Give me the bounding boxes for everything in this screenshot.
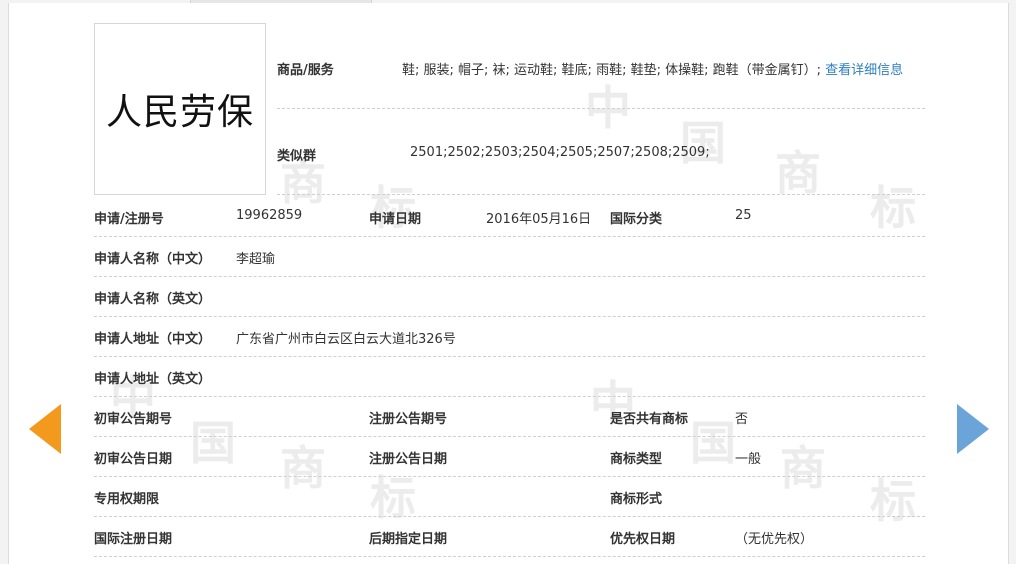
mark-form-label: 商标形式 (610, 492, 663, 507)
goods-label: 商品/服务 (277, 63, 334, 78)
divider (94, 516, 925, 517)
applicant-cn-label: 申请人名称（中文） (94, 252, 212, 267)
intl-class-label: 国际分类 (610, 212, 663, 227)
shared-value: 否 (735, 412, 749, 427)
arrow-left-icon[interactable] (29, 404, 61, 454)
address-cn-label: 申请人地址（中文） (94, 332, 212, 347)
watermark-char: 国 (690, 416, 736, 470)
similar-group-value: 2501;2502;2503;2504;2505;2507;2508;2509; (410, 145, 710, 160)
watermark-char: 商 (280, 156, 326, 210)
divider (277, 108, 925, 109)
goods-items: 鞋; 服装; 帽子; 袜; 运动鞋; 鞋底; 雨鞋; 鞋垫; 体操鞋; 跑鞋（带… (402, 63, 821, 78)
divider (94, 476, 925, 477)
address-cn-value: 广东省广州市白云区白云大道北326号 (236, 332, 456, 347)
watermark-char: 标 (870, 474, 916, 528)
watermark-char: 商 (775, 146, 821, 200)
divider (277, 194, 925, 195)
address-en-label: 申请人地址（英文） (94, 372, 212, 387)
trademark-image: 人民劳保 (94, 23, 266, 195)
mark-type-value: 一般 (735, 452, 762, 467)
prelim-date-label: 初审公告日期 (94, 452, 173, 467)
view-details-link[interactable]: 查看详细信息 (825, 63, 903, 78)
apply-date-value: 2016年05月16日 (486, 212, 592, 227)
reg-pub-no-label: 注册公告期号 (369, 412, 448, 427)
divider (94, 556, 925, 557)
intl-class-value: 25 (735, 208, 752, 223)
watermark-char: 标 (870, 181, 916, 235)
priority-date-value: （无优先权） (735, 532, 814, 547)
divider (94, 356, 925, 357)
exclusive-period-label: 专用权期限 (94, 492, 160, 507)
divider (94, 436, 925, 437)
divider (94, 396, 925, 397)
arrow-right-icon[interactable] (957, 404, 989, 454)
applicant-en-label: 申请人名称（英文） (94, 292, 212, 307)
divider (94, 236, 925, 237)
goods-value: 鞋; 服装; 帽子; 袜; 运动鞋; 鞋底; 雨鞋; 鞋垫; 体操鞋; 跑鞋（带… (402, 59, 903, 78)
intl-reg-date-label: 国际注册日期 (94, 532, 173, 547)
applicant-cn-value: 李超瑜 (236, 252, 276, 267)
divider (94, 276, 925, 277)
divider (94, 316, 925, 317)
watermark-char: 商 (280, 441, 326, 495)
watermark-char: 标 (370, 471, 416, 525)
reg-no-label: 申请/注册号 (94, 212, 164, 227)
trademark-logo-text: 人民劳保 (105, 92, 254, 133)
prelim-no-label: 初审公告期号 (94, 412, 173, 427)
mark-type-label: 商标类型 (610, 452, 663, 467)
shared-label: 是否共有商标 (610, 412, 689, 427)
reg-pub-date-label: 注册公告日期 (369, 452, 448, 467)
reg-no-value: 19962859 (236, 208, 303, 223)
watermark-char: 商 (780, 441, 826, 495)
apply-date-label: 申请日期 (369, 212, 422, 227)
later-designation-label: 后期指定日期 (369, 532, 448, 547)
priority-date-label: 优先权日期 (610, 532, 676, 547)
watermark-char: 国 (190, 416, 236, 470)
similar-group-label: 类似群 (277, 149, 317, 164)
